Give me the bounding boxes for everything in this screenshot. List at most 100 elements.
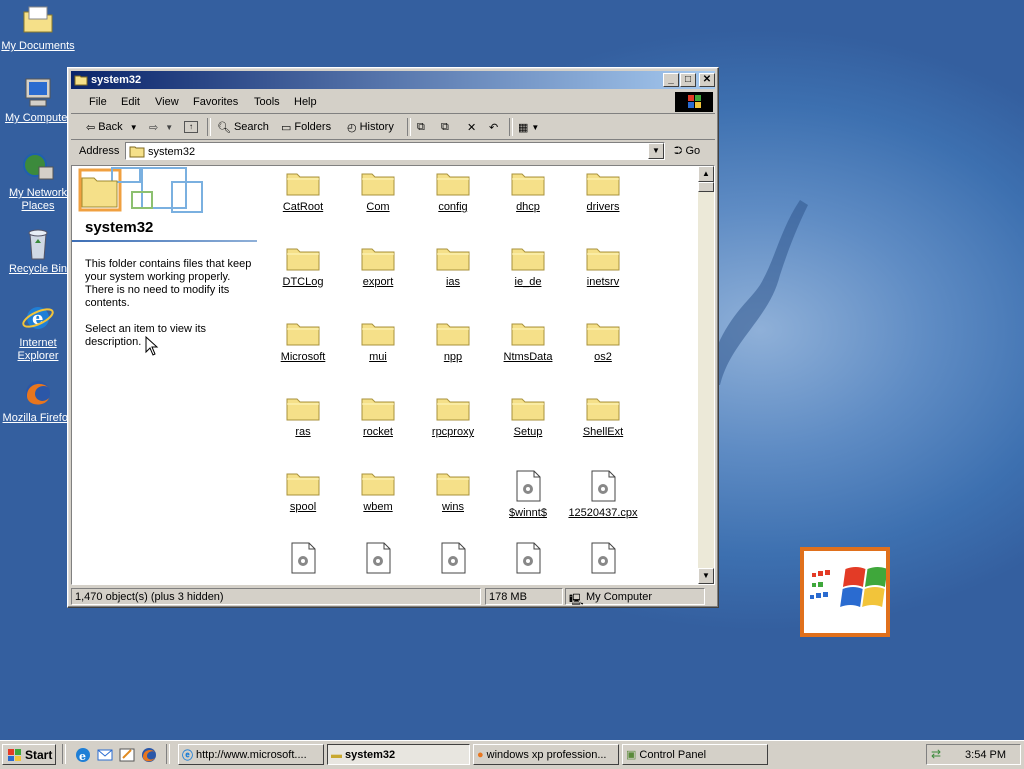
file-item[interactable]: [491, 542, 565, 579]
forward-arrow-icon: ⇨: [149, 121, 159, 134]
folder-item[interactable]: npp: [416, 320, 490, 363]
menu-file[interactable]: File: [89, 96, 107, 108]
folder-item[interactable]: ias: [416, 245, 490, 288]
folder-item[interactable]: Microsoft: [266, 320, 340, 363]
clock[interactable]: 3:54 PM: [965, 749, 1006, 761]
file-item[interactable]: 12520437.cpx: [566, 470, 640, 519]
folder-icon: [586, 398, 620, 421]
maximize-button[interactable]: □: [680, 73, 696, 87]
folder-item[interactable]: DTCLog: [266, 245, 340, 288]
file-item[interactable]: $winnt$: [491, 470, 565, 519]
go-button[interactable]: ⮊ Go: [674, 145, 700, 158]
menu-help[interactable]: Help: [294, 96, 317, 108]
folder-heading: system32: [85, 219, 154, 236]
address-dropdown-button[interactable]: ▼: [648, 143, 664, 159]
taskbar-button-firefox[interactable]: ● windows xp profession...: [473, 744, 619, 765]
file-item[interactable]: [566, 542, 640, 579]
quicklaunch-show-desktop-icon[interactable]: [118, 746, 136, 764]
scroll-thumb[interactable]: [698, 182, 714, 192]
menu-tools[interactable]: Tools: [254, 96, 280, 108]
history-icon: ◴: [347, 121, 357, 134]
minimize-button[interactable]: _: [663, 73, 679, 87]
folder-item[interactable]: inetsrv: [566, 245, 640, 288]
chevron-down-icon: ▼: [129, 122, 138, 132]
folder-item[interactable]: NtmsData: [491, 320, 565, 363]
folder-item[interactable]: Com: [341, 170, 415, 213]
move-to-button[interactable]: ⧉: [417, 119, 425, 135]
up-folder-button[interactable]: ↑: [184, 119, 198, 135]
item-label: ias: [445, 276, 461, 288]
close-button[interactable]: ✕: [699, 73, 715, 87]
folder-item[interactable]: ras: [266, 395, 340, 438]
delete-button[interactable]: ✕: [467, 119, 476, 135]
move-to-icon: ⧉: [417, 120, 425, 133]
folder-item[interactable]: os2: [566, 320, 640, 363]
desktop-icon-firefox[interactable]: Mozilla Firefox: [0, 376, 76, 425]
desktop-icon-my-documents[interactable]: My Documents: [0, 4, 76, 53]
quicklaunch-outlook-express-icon[interactable]: [96, 746, 114, 764]
taskbar-button-internet-explorer[interactable]: ⓔ http://www.microsoft....: [178, 744, 324, 765]
folder-item[interactable]: wbem: [341, 470, 415, 513]
taskbar-button-system32[interactable]: ▬ system32: [327, 744, 470, 765]
title-bar[interactable]: system32 _ □ ✕: [71, 71, 715, 89]
start-button[interactable]: Start: [2, 744, 56, 765]
desktop-icon-network-places[interactable]: My Network Places: [0, 151, 76, 213]
scroll-down-button[interactable]: ▼: [698, 568, 714, 584]
back-button[interactable]: ⇦ Back ▼: [86, 119, 138, 135]
folder-icon: [286, 323, 320, 346]
folder-item[interactable]: spool: [266, 470, 340, 513]
scroll-up-button[interactable]: ▲: [698, 166, 714, 182]
folder-item[interactable]: mui: [341, 320, 415, 363]
desktop-icon-my-computer[interactable]: My Computer: [0, 76, 76, 125]
menu-view[interactable]: View: [155, 96, 179, 108]
folder-item[interactable]: CatRoot: [266, 170, 340, 213]
desktop-icon-internet-explorer[interactable]: e Internet Explorer: [0, 301, 76, 363]
folder-item[interactable]: drivers: [566, 170, 640, 213]
folder-icon: [361, 248, 395, 271]
desktop-icon-recycle-bin[interactable]: Recycle Bin: [0, 227, 76, 276]
search-button[interactable]: 🔍︎ Search: [217, 119, 269, 135]
folder-icon: [286, 173, 320, 196]
folder-item[interactable]: ShellExt: [566, 395, 640, 438]
folder-item[interactable]: config: [416, 170, 490, 213]
taskbar-separator: [62, 744, 66, 764]
folder-item[interactable]: Setup: [491, 395, 565, 438]
document-icon: [591, 542, 616, 574]
folder-icon: [511, 323, 545, 346]
folder-icon: [286, 248, 320, 271]
item-label: ras: [295, 426, 311, 438]
vertical-scrollbar[interactable]: ▲ ▼: [698, 166, 714, 584]
menu-favorites[interactable]: Favorites: [193, 96, 238, 108]
folders-button[interactable]: ▭ Folders: [281, 119, 331, 135]
folder-item[interactable]: ie_de: [491, 245, 565, 288]
my-computer-icon: [21, 76, 55, 110]
chevron-down-icon: ▼: [531, 122, 540, 132]
item-label: export: [362, 276, 394, 288]
quicklaunch-firefox-icon[interactable]: [140, 746, 158, 764]
forward-button[interactable]: ⇨ ▼: [149, 119, 173, 135]
network-tray-icon[interactable]: ⇄: [931, 747, 941, 761]
taskbar-button-control-panel[interactable]: ▣ Control Panel: [622, 744, 768, 765]
folder-item[interactable]: export: [341, 245, 415, 288]
copy-to-icon: ⧉: [441, 120, 449, 133]
menu-edit[interactable]: Edit: [121, 96, 140, 108]
address-input[interactable]: system32 ▼: [125, 142, 665, 160]
item-label: wins: [441, 501, 464, 513]
status-location: 🖳 My Computer: [565, 588, 705, 606]
history-button[interactable]: ◴ History: [347, 119, 394, 135]
mouse-cursor-icon: [145, 336, 159, 356]
file-item[interactable]: [416, 542, 490, 579]
views-button[interactable]: ▦ ▼: [518, 119, 539, 135]
folder-item[interactable]: rocket: [341, 395, 415, 438]
quicklaunch-internet-explorer-icon[interactable]: e: [74, 746, 92, 764]
file-item[interactable]: [266, 542, 340, 579]
item-label: Setup: [513, 426, 543, 438]
folder-item[interactable]: dhcp: [491, 170, 565, 213]
file-item[interactable]: ...: [341, 542, 415, 584]
task-label: windows xp profession...: [486, 748, 607, 761]
folder-item[interactable]: wins: [416, 470, 490, 513]
copy-to-button[interactable]: ⧉: [441, 119, 449, 135]
undo-button[interactable]: ↶: [489, 119, 498, 135]
folder-item[interactable]: rpcproxy: [416, 395, 490, 438]
folder-icon: [511, 398, 545, 421]
